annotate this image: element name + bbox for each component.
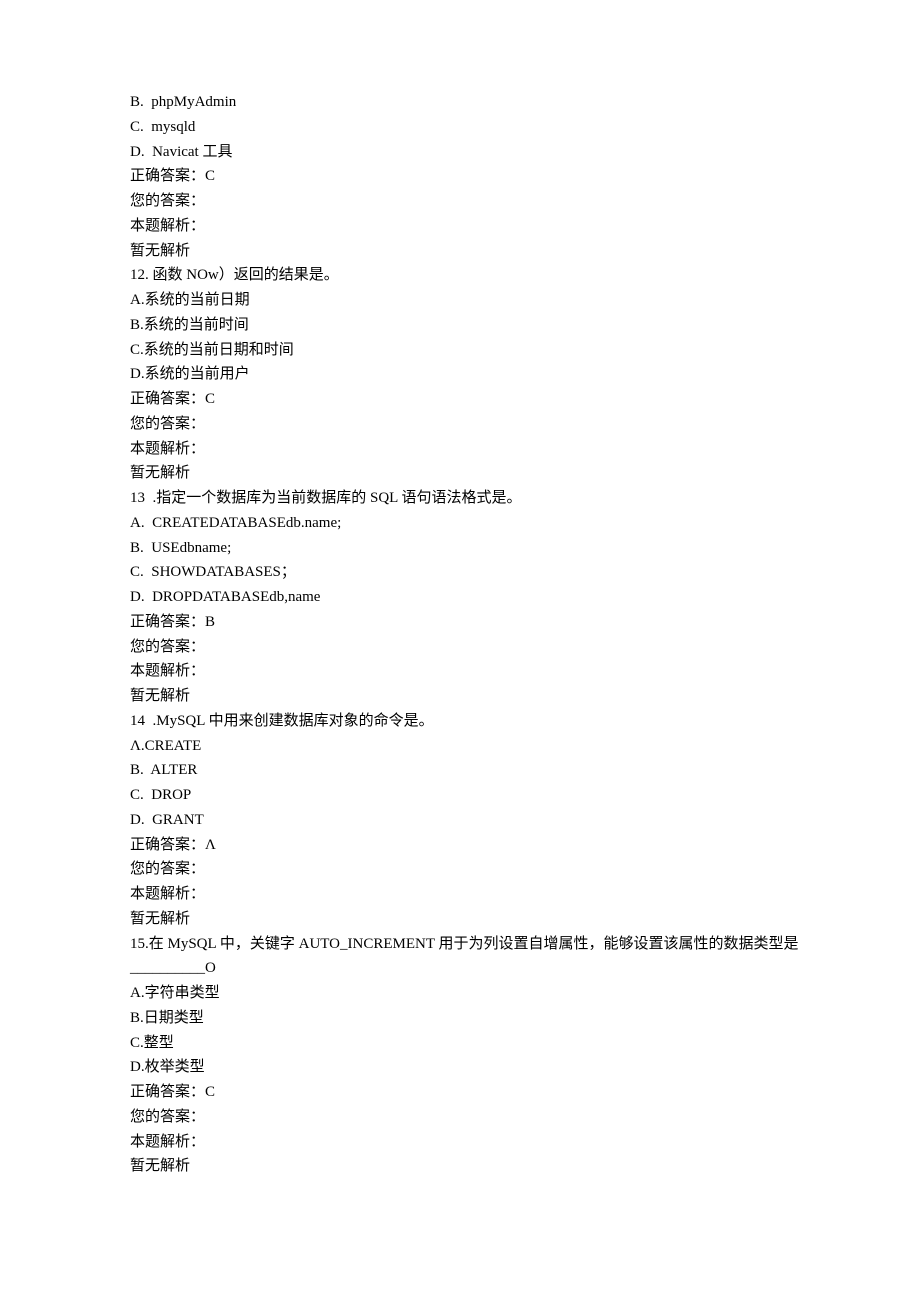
- text-line: 暂无解析: [130, 907, 920, 932]
- text-line: __________O: [130, 956, 920, 981]
- text-line: C.整型: [130, 1031, 920, 1056]
- text-line: B. USEdbname;: [130, 536, 920, 561]
- text-line: 您的答案：: [130, 412, 920, 437]
- text-line: 正确答案：B: [130, 610, 920, 635]
- text-line: C. DROP: [130, 783, 920, 808]
- text-line: 14 .MySQL 中用来创建数据库对象的命令是。: [130, 709, 920, 734]
- text-line: C. mysqld: [130, 115, 920, 140]
- text-line: C.系统的当前日期和时间: [130, 338, 920, 363]
- text-line: D. DROPDATABASEdb,name: [130, 585, 920, 610]
- text-line: 本题解析：: [130, 437, 920, 462]
- text-line: 您的答案：: [130, 1105, 920, 1130]
- text-line: 您的答案：: [130, 189, 920, 214]
- text-line: 15.在 MySQL 中，关键字 AUTO_INCREMENT 用于为列设置自增…: [130, 932, 920, 957]
- text-line: D. GRANT: [130, 808, 920, 833]
- text-line: Λ.CREATE: [130, 734, 920, 759]
- text-line: A. CREATEDATABASEdb.name;: [130, 511, 920, 536]
- text-line: 本题解析：: [130, 1130, 920, 1155]
- text-line: 本题解析：: [130, 214, 920, 239]
- text-line: 正确答案：C: [130, 387, 920, 412]
- text-line: 本题解析：: [130, 882, 920, 907]
- text-line: 正确答案：C: [130, 164, 920, 189]
- text-line: A.系统的当前日期: [130, 288, 920, 313]
- text-line: 暂无解析: [130, 239, 920, 264]
- text-line: C. SHOWDATABASES；: [130, 560, 920, 585]
- text-line: 12. 函数 NOw）返回的结果是。: [130, 263, 920, 288]
- text-line: D.枚举类型: [130, 1055, 920, 1080]
- text-line: D.系统的当前用户: [130, 362, 920, 387]
- text-line: 暂无解析: [130, 461, 920, 486]
- text-line: 暂无解析: [130, 684, 920, 709]
- text-line: 您的答案：: [130, 635, 920, 660]
- text-line: 暂无解析: [130, 1154, 920, 1179]
- text-line: 本题解析：: [130, 659, 920, 684]
- document-body: B. phpMyAdmin C. mysqld D. Navicat 工具 正确…: [130, 90, 920, 1179]
- text-line: B.系统的当前时间: [130, 313, 920, 338]
- text-line: 正确答案：Λ: [130, 833, 920, 858]
- text-line: A.字符串类型: [130, 981, 920, 1006]
- text-line: B.日期类型: [130, 1006, 920, 1031]
- text-line: 您的答案：: [130, 857, 920, 882]
- text-line: 13 .指定一个数据库为当前数据库的 SQL 语句语法格式是。: [130, 486, 920, 511]
- text-line: 正确答案：C: [130, 1080, 920, 1105]
- text-line: B. ALTER: [130, 758, 920, 783]
- text-line: B. phpMyAdmin: [130, 90, 920, 115]
- text-line: D. Navicat 工具: [130, 140, 920, 165]
